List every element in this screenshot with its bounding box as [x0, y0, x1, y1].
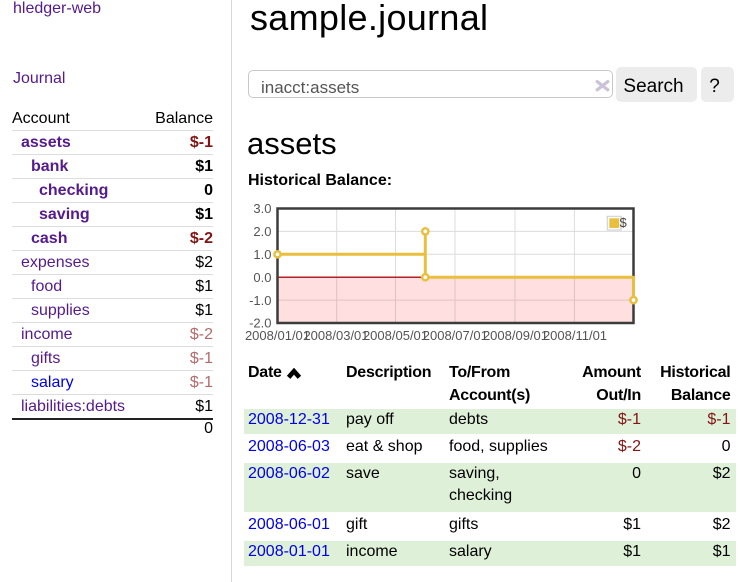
- svg-text:2008/05/01: 2008/05/01: [363, 328, 428, 343]
- svg-text:1.0: 1.0: [253, 247, 271, 262]
- svg-text:0.0: 0.0: [253, 270, 271, 285]
- svg-text:$: $: [620, 215, 628, 230]
- svg-text:2008/03/01: 2008/03/01: [303, 328, 368, 343]
- svg-text:2008/11/01: 2008/11/01: [543, 328, 607, 343]
- svg-text:3.0: 3.0: [253, 201, 271, 216]
- svg-text:2008/07/01: 2008/07/01: [423, 328, 488, 343]
- svg-text:-1.0: -1.0: [249, 293, 271, 308]
- svg-text:2008/09/01: 2008/09/01: [483, 328, 548, 343]
- svg-text:2.0: 2.0: [253, 224, 271, 239]
- svg-text:2008/01/01: 2008/01/01: [245, 328, 310, 343]
